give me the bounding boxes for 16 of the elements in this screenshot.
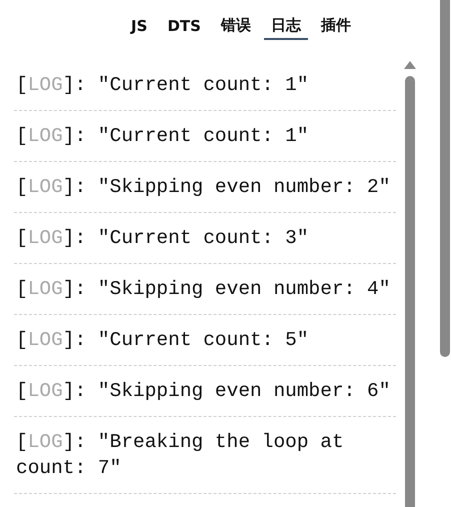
log-line: [LOG]: "Current count: 5" (16, 328, 310, 353)
log-line: [LOG]: "Current count: 1" (16, 73, 310, 98)
tab[interactable]: 插件 (314, 14, 358, 40)
scrollbar-thumb[interactable] (440, 0, 450, 357)
log-line: [LOG]: "Skipping even number: 2" (16, 175, 392, 200)
tab[interactable]: 错误 (214, 14, 258, 40)
log-line: [LOG]: "Breaking the loop at count: 7" (16, 430, 345, 481)
log-line: [LOG]: "Current count: 3" (16, 226, 310, 251)
scrollbar-thumb[interactable] (405, 76, 415, 507)
tab[interactable]: JS (124, 14, 154, 40)
log-line: [LOG]: "Skipping even number: 4" (16, 277, 392, 302)
tab[interactable]: 日志 (264, 14, 308, 40)
scroll-up-icon[interactable] (403, 60, 417, 70)
tab[interactable]: DTS (160, 14, 208, 40)
log-line: [LOG]: "Current count: 1" (16, 124, 310, 149)
log-line: [LOG]: "Skipping even number: 6" (16, 379, 392, 404)
